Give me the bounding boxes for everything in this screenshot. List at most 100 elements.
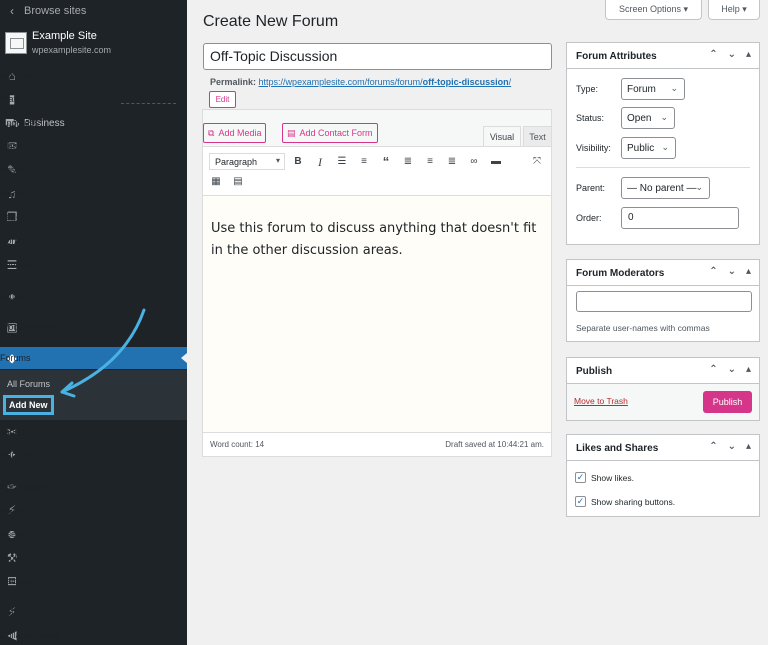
move-up-icon[interactable]: ⌃ [709, 441, 717, 452]
sidebar-item-label: Posts [0, 165, 23, 175]
chevron-down-icon: ⌄ [670, 83, 678, 93]
add-contact-form-button[interactable]: ▤ Add Contact Form [282, 123, 378, 143]
sidebar-item-replies[interactable]: ✦ Replies [0, 444, 187, 466]
sidebar-item-plugins[interactable]: ⚡ Plugins [0, 499, 187, 521]
forums-submenu: All Forums Add New [0, 370, 187, 420]
forum-moderators-title: Forum Moderators [576, 268, 665, 279]
collapse-icon[interactable]: ▴ [746, 441, 751, 452]
show-likes-checkbox[interactable]: ✓ [575, 472, 586, 483]
numbered-list-icon[interactable]: ≡ [357, 155, 371, 169]
sidebar-item-collapse-menu[interactable]: ◀ Collapse menu [0, 624, 187, 645]
publish-title: Publish [576, 366, 613, 377]
bulleted-list-icon[interactable]: ☰ [335, 155, 349, 169]
submenu-all-forums[interactable]: All Forums [7, 379, 50, 389]
align-left-icon[interactable]: ≣ [401, 155, 415, 169]
move-down-icon[interactable]: ⌄ [728, 49, 736, 60]
sidebar-item-feedback[interactable]: ☰ Feedback [0, 254, 187, 276]
sidebar-item-stats[interactable]: ▮ Stats [0, 88, 187, 110]
show-likes-option[interactable]: ✓ Show likes. [575, 472, 634, 483]
status-select-value: Open [627, 112, 652, 124]
move-up-icon[interactable]: ⌃ [709, 266, 717, 277]
permalink-link[interactable]: https://wpexamplesite.com/forums/forum/o… [259, 77, 512, 87]
italic-icon[interactable]: I [313, 155, 327, 169]
tab-text[interactable]: Text [523, 126, 552, 146]
move-down-icon[interactable]: ⌄ [728, 266, 736, 277]
sidebar-item-forums[interactable]: ◆ Forums [0, 347, 187, 369]
move-up-icon[interactable]: ⌃ [709, 49, 717, 60]
read-more-icon[interactable]: ▬ [489, 155, 503, 169]
sidebar-item-amp[interactable]: ⚡ AMP [0, 601, 187, 623]
moderators-hint: Separate user-names with commas [576, 323, 710, 333]
toolbar-toggle-icon[interactable]: ▦ [209, 175, 223, 189]
permalink-end: / [508, 77, 512, 87]
sidebar-item-woocommerce[interactable]: ▣ WooCommerce [0, 316, 187, 338]
fullscreen-icon[interactable]: ⤧ [530, 155, 544, 169]
collapse-icon[interactable]: ▴ [746, 266, 751, 277]
collapse-icon[interactable]: ▴ [746, 49, 751, 60]
sidebar-item-media[interactable]: ♫ Media [0, 183, 187, 205]
sidebar-item-pages[interactable]: ❐ Pages [0, 206, 187, 228]
sidebar-item-label: WooCommerce [0, 322, 63, 332]
chevron-down-icon: ⌄ [660, 112, 668, 122]
forum-title-input[interactable]: Off-Topic Discussion [203, 43, 552, 70]
form-block-icon[interactable]: ▤ [231, 175, 245, 189]
add-media-button[interactable]: ⧉ Add Media [203, 123, 267, 143]
sidebar-item-label: Appearance [0, 482, 49, 492]
align-right-icon[interactable]: ≣ [445, 155, 459, 169]
sidebar-item-inbox[interactable]: ✉ Inbox [0, 135, 187, 157]
type-label: Type: [576, 84, 599, 94]
editor-content[interactable]: Use this forum to discuss anything that … [203, 196, 551, 432]
collapse-icon[interactable]: ▴ [746, 364, 751, 375]
move-up-icon[interactable]: ⌃ [709, 364, 717, 375]
box-controls: ⌃ ⌄ ▴ [709, 441, 751, 452]
help-button[interactable]: Help ▾ [708, 0, 760, 20]
sidebar-item-my-home[interactable]: ⌂ My Home [0, 65, 187, 87]
link-icon[interactable]: ∞ [467, 155, 481, 169]
show-sharing-option[interactable]: ✓ Show sharing buttons. [575, 496, 675, 507]
submenu-add-new[interactable]: Add New [3, 395, 54, 415]
sidebar-item-label: Tools [0, 553, 22, 563]
align-center-icon[interactable]: ≡ [423, 155, 437, 169]
format-select[interactable]: Paragraph ▾ [209, 153, 285, 170]
order-input[interactable]: 0 [621, 207, 739, 229]
tab-visual[interactable]: Visual [483, 126, 521, 146]
moderators-input[interactable] [576, 291, 752, 312]
site-switcher[interactable]: Example Site wpexamplesite.com [0, 28, 187, 60]
site-thumbnail [5, 32, 27, 54]
status-select[interactable]: Open ⌄ [621, 107, 675, 129]
sidebar-item-jetpack[interactable]: ● Jetpack [0, 285, 187, 307]
edit-permalink-button[interactable]: Edit [209, 91, 236, 108]
sidebar-item-users[interactable]: ☻ Users [0, 523, 187, 545]
chevron-down-icon: ⌄ [661, 142, 669, 152]
screen-options-button[interactable]: Screen Options ▾ [605, 0, 702, 20]
type-select[interactable]: Forum ⌄ [621, 78, 685, 100]
sidebar-item-label: Settings [0, 576, 33, 586]
visibility-label: Visibility: [576, 143, 611, 153]
order-label: Order: [576, 213, 602, 223]
bold-icon[interactable]: B [291, 155, 305, 169]
status-label: Status: [576, 113, 605, 123]
sidebar-item-label: My Home [0, 71, 39, 81]
sidebar-item-tools[interactable]: ⚒ Tools [0, 547, 187, 569]
add-media-label: Add Media [218, 128, 262, 138]
sidebar-item-label: Upgrades [0, 118, 40, 128]
sidebar-item-posts[interactable]: ✎ Posts [0, 159, 187, 181]
publish-button[interactable]: Publish [703, 391, 752, 413]
sidebar-item-topics[interactable]: ✂ Topics [0, 421, 187, 443]
sidebar-item-label: Feedback [0, 260, 40, 270]
draft-saved-status: Draft saved at 10:44:21 am. [445, 440, 544, 449]
move-down-icon[interactable]: ⌄ [728, 364, 736, 375]
parent-select[interactable]: — No parent — ⌄ [621, 177, 710, 199]
blockquote-icon[interactable]: “ [379, 155, 393, 169]
format-select-value: Paragraph [215, 156, 258, 167]
browse-sites-link[interactable]: ‹ Browse sites [0, 0, 187, 22]
sidebar-item-upgrades[interactable]: ⛟ Upgrades Business [0, 112, 187, 134]
sidebar-item-settings[interactable]: ⊞ Settings [0, 570, 187, 592]
show-sharing-checkbox[interactable]: ✓ [575, 496, 586, 507]
visibility-select[interactable]: Public ⌄ [621, 137, 676, 159]
move-down-icon[interactable]: ⌄ [728, 441, 736, 452]
move-to-trash-link[interactable]: Move to Trash [574, 396, 628, 406]
box-controls: ⌃ ⌄ ▴ [709, 364, 751, 375]
sidebar-item-comments[interactable]: ▰ Comments [0, 230, 187, 252]
sidebar-item-appearance[interactable]: ✑ Appearance [0, 476, 187, 498]
